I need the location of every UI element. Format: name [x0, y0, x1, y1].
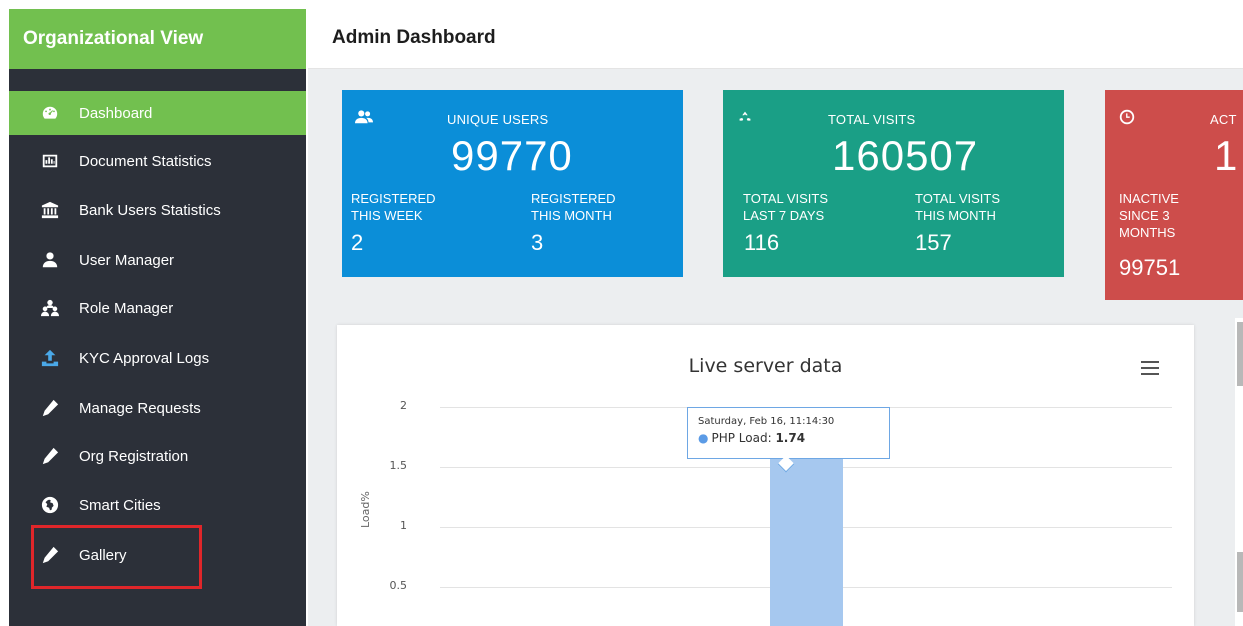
pencil-icon: [39, 445, 61, 467]
user-icon: [39, 249, 61, 271]
sidebar-item-manage-requests[interactable]: Manage Requests: [9, 386, 306, 430]
sitemap-icon: [39, 297, 61, 319]
gallery-highlight-box: [31, 525, 202, 589]
card-sub-value: 157: [915, 230, 952, 255]
card-title: ACT: [1210, 112, 1237, 127]
pencil-icon: [39, 397, 61, 419]
recycle-icon: [736, 108, 754, 126]
sidebar-item-label: User Manager: [79, 251, 175, 269]
y-tick-label: 1.5: [389, 459, 408, 472]
sidebar-item-label: Org Registration: [79, 447, 189, 465]
active-users-card: ACT 1 INACTIVE SINCE 3 MONTHS 99751: [1105, 90, 1243, 300]
tooltip-series: PHP Load: [711, 431, 768, 445]
card-sub-label: TOTAL VISITS LAST 7 DAYS: [743, 191, 829, 223]
sidebar-item-label: Bank Users Statistics: [79, 201, 221, 219]
page-title: Admin Dashboard: [332, 27, 496, 48]
dashboard-icon: [39, 102, 61, 124]
sidebar-item-label: Manage Requests: [79, 399, 201, 417]
sidebar-item-label: Role Manager: [79, 299, 174, 317]
sidebar-item-user-manager[interactable]: User Manager: [9, 238, 306, 282]
side-panel-edge: [1235, 318, 1243, 626]
y-tick-label: 2: [400, 399, 407, 412]
sidebar-item-label: Smart Cities: [79, 496, 161, 514]
card-sub-label: INACTIVE SINCE 3 MONTHS: [1119, 191, 1179, 240]
sidebar-item-document-statistics[interactable]: Document Statistics: [9, 139, 306, 183]
brand-title: Organizational View: [9, 9, 306, 69]
upload-icon: [39, 347, 61, 369]
y-axis-label: Load%: [359, 491, 372, 528]
users-icon: [355, 108, 373, 126]
bank-icon: [39, 199, 61, 221]
card-title: TOTAL VISITS: [828, 112, 916, 127]
total-visits-card: TOTAL VISITS 160507 TOTAL VISITS LAST 7 D…: [723, 90, 1064, 277]
card-sub-label: REGISTERED THIS WEEK: [351, 191, 436, 223]
card-sub-value: 99751: [1119, 255, 1181, 280]
scrollbar-thumb[interactable]: [1237, 322, 1243, 386]
globe-icon: [39, 494, 61, 516]
tooltip-value: 1.74: [775, 431, 806, 445]
clock-icon: [1118, 108, 1136, 126]
sidebar-item-bank-users-statistics[interactable]: Bank Users Statistics: [9, 188, 306, 232]
card-sub-value: 2: [351, 230, 364, 255]
y-tick-label: 1: [400, 519, 407, 532]
card-sub-value: 3: [531, 230, 544, 255]
chart-title: Live server data: [688, 355, 843, 377]
tooltip-line: ● PHP Load: 1.74: [698, 431, 806, 445]
card-sub-label: REGISTERED THIS MONTH: [531, 191, 616, 223]
chart-tooltip: Saturday, Feb 16, 11:14:30 ● PHP Load: 1.…: [687, 407, 890, 473]
unique-users-card: UNIQUE USERS 99770 REGISTERED THIS WEEK 2…: [342, 90, 683, 277]
card-value: 160507: [832, 132, 979, 179]
sidebar-item-label: KYC Approval Logs: [79, 349, 210, 367]
sidebar-item-label: Dashboard: [79, 104, 153, 122]
sidebar-item-kyc-approval-logs[interactable]: KYC Approval Logs: [9, 336, 306, 380]
scrollbar-thumb[interactable]: [1237, 552, 1243, 612]
card-value: 1: [1214, 132, 1239, 179]
card-value: 99770: [451, 132, 573, 179]
bar-chart-icon: [39, 150, 61, 172]
card-title: UNIQUE USERS: [447, 112, 549, 127]
live-server-chart: Live server data Load% 2 1.5 1 0.5 Saturday…: [337, 325, 1194, 626]
sidebar-item-label: Document Statistics: [79, 152, 212, 170]
sidebar-item-dashboard[interactable]: Dashboard: [9, 91, 306, 135]
sidebar-item-role-manager[interactable]: Role Manager: [9, 286, 306, 330]
top-bar: Admin Dashboard: [308, 9, 1243, 69]
hamburger-menu-icon[interactable]: [1141, 361, 1159, 379]
card-sub-label: TOTAL VISITS THIS MONTH: [915, 191, 1001, 223]
y-tick-label: 0.5: [389, 579, 408, 592]
card-sub-value: 116: [744, 230, 780, 255]
sidebar-item-smart-cities[interactable]: Smart Cities: [9, 483, 306, 527]
tooltip-date: Saturday, Feb 16, 11:14:30: [698, 416, 835, 427]
sidebar-item-org-registration[interactable]: Org Registration: [9, 434, 306, 478]
